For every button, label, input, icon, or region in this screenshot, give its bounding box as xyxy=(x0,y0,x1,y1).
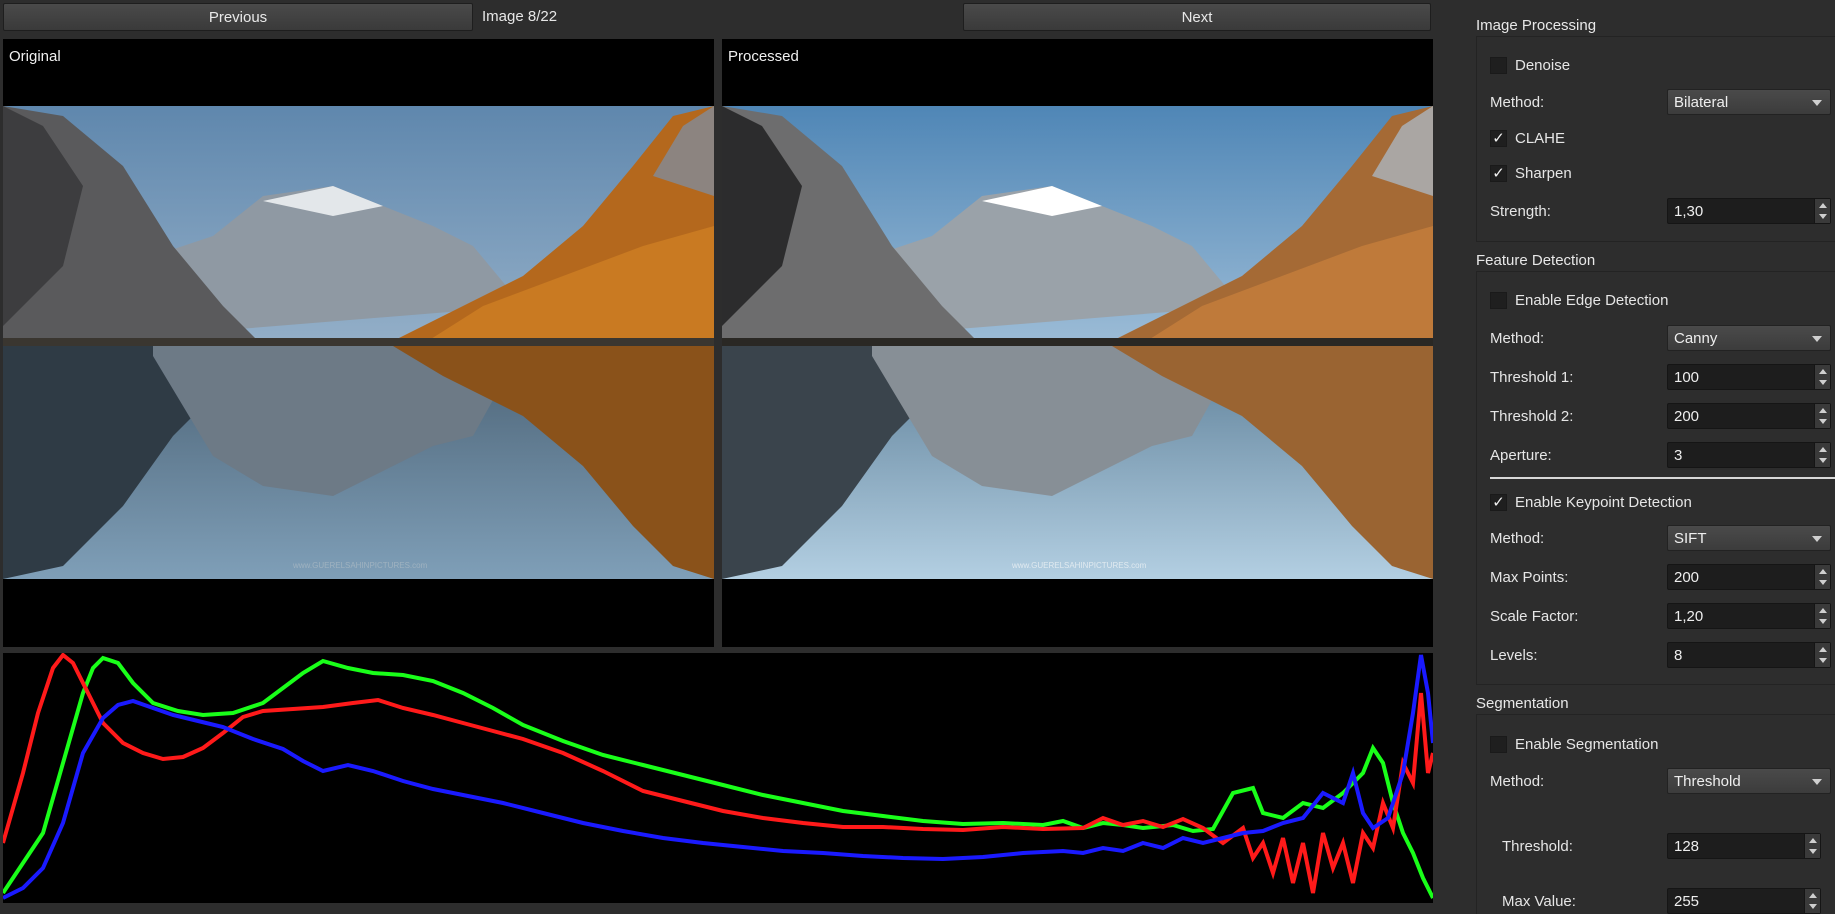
aperture-stepper[interactable] xyxy=(1814,443,1830,467)
chevron-down-icon xyxy=(1812,536,1822,542)
arrow-up-icon[interactable] xyxy=(1819,447,1827,452)
feature-detection-title: Feature Detection xyxy=(1476,252,1596,269)
keypoint-detection-label: Enable Keypoint Detection xyxy=(1515,494,1692,511)
threshold1-spinbox[interactable]: 100 xyxy=(1667,364,1831,390)
previous-button[interactable]: Previous xyxy=(3,3,473,31)
segmentation-checkbox-row[interactable]: Enable Segmentation xyxy=(1490,736,1658,753)
scale-factor-spinbox[interactable]: 1,20 xyxy=(1667,603,1831,629)
settings-panel: Image Processing Denoise Method: Bilater… xyxy=(1464,0,1835,914)
strength-stepper[interactable] xyxy=(1814,199,1830,223)
histogram-blue-curve xyxy=(3,654,1433,900)
denoise-method-label: Method: xyxy=(1490,94,1545,111)
arrow-up-icon[interactable] xyxy=(1819,203,1827,208)
max-value-stepper[interactable] xyxy=(1804,889,1820,913)
arrow-down-icon[interactable] xyxy=(1819,658,1827,663)
keypoint-detection-checkbox-row[interactable]: ✓ Enable Keypoint Detection xyxy=(1490,494,1692,511)
arrow-down-icon[interactable] xyxy=(1819,619,1827,624)
max-points-spinbox[interactable]: 200 xyxy=(1667,564,1831,590)
edge-method-dropdown[interactable]: Canny xyxy=(1667,325,1831,351)
arrow-down-icon[interactable] xyxy=(1819,580,1827,585)
threshold2-label: Threshold 2: xyxy=(1490,408,1574,425)
svg-text:www.GUERELSAHINPICTURES.com: www.GUERELSAHINPICTURES.com xyxy=(1011,561,1147,570)
chevron-down-icon xyxy=(1812,336,1822,342)
scale-factor-stepper[interactable] xyxy=(1814,604,1830,628)
edge-method-label: Method: xyxy=(1490,330,1545,347)
edge-detection-label: Enable Edge Detection xyxy=(1515,292,1669,309)
edge-detection-checkbox-row[interactable]: Enable Edge Detection xyxy=(1490,292,1668,309)
threshold1-label: Threshold 1: xyxy=(1490,369,1574,386)
image-counter: Image 8/22 xyxy=(482,8,558,25)
denoise-checkbox[interactable] xyxy=(1490,57,1507,74)
arrow-up-icon[interactable] xyxy=(1809,838,1817,843)
sharpen-checkbox[interactable]: ✓ xyxy=(1490,165,1507,182)
keypoint-method-dropdown[interactable]: SIFT xyxy=(1667,525,1831,551)
edge-detection-checkbox[interactable] xyxy=(1490,292,1507,309)
section-separator xyxy=(1490,477,1835,479)
histogram xyxy=(3,653,1433,903)
original-photo: www.GUERELSAHINPICTURES.com xyxy=(3,106,714,579)
arrow-down-icon[interactable] xyxy=(1819,458,1827,463)
keypoint-method-label: Method: xyxy=(1490,530,1545,547)
scale-factor-label: Scale Factor: xyxy=(1490,608,1579,625)
histogram-red-curve xyxy=(3,653,1433,894)
arrow-up-icon[interactable] xyxy=(1809,893,1817,898)
max-points-stepper[interactable] xyxy=(1814,565,1830,589)
denoise-method-dropdown[interactable]: Bilateral xyxy=(1667,89,1831,115)
strength-label: Strength: xyxy=(1490,203,1551,220)
arrow-up-icon[interactable] xyxy=(1819,647,1827,652)
levels-stepper[interactable] xyxy=(1814,643,1830,667)
arrow-up-icon[interactable] xyxy=(1819,608,1827,613)
segmentation-label: Enable Segmentation xyxy=(1515,736,1659,753)
arrow-down-icon[interactable] xyxy=(1809,904,1817,909)
keypoint-detection-checkbox[interactable]: ✓ xyxy=(1490,494,1507,511)
segmentation-method-dropdown[interactable]: Threshold xyxy=(1667,768,1831,794)
seg-threshold-label: Threshold: xyxy=(1502,838,1573,855)
processed-photo: www.GUERELSAHINPICTURES.com xyxy=(722,106,1433,579)
original-label: Original xyxy=(9,48,61,65)
seg-threshold-spinbox[interactable]: 128 xyxy=(1667,833,1821,859)
clahe-checkbox[interactable]: ✓ xyxy=(1490,130,1507,147)
next-button[interactable]: Next xyxy=(963,3,1431,31)
arrow-down-icon[interactable] xyxy=(1819,214,1827,219)
levels-spinbox[interactable]: 8 xyxy=(1667,642,1831,668)
aperture-label: Aperture: xyxy=(1490,447,1552,464)
arrow-up-icon[interactable] xyxy=(1819,569,1827,574)
processed-image-panel: Processed www.GUERELSAHINPICTURES.com xyxy=(722,39,1433,647)
chevron-down-icon xyxy=(1812,100,1822,106)
histogram-green-curve xyxy=(3,655,1433,899)
arrow-up-icon[interactable] xyxy=(1819,369,1827,374)
processed-label: Processed xyxy=(728,48,799,65)
max-value-label: Max Value: xyxy=(1502,893,1576,910)
clahe-checkbox-row[interactable]: ✓ CLAHE xyxy=(1490,130,1565,147)
arrow-up-icon[interactable] xyxy=(1819,408,1827,413)
arrow-down-icon[interactable] xyxy=(1819,380,1827,385)
clahe-label: CLAHE xyxy=(1515,130,1566,147)
image-processing-title: Image Processing xyxy=(1476,17,1597,34)
segmentation-method-label: Method: xyxy=(1490,773,1545,790)
levels-label: Levels: xyxy=(1490,647,1538,664)
sharpen-checkbox-row[interactable]: ✓ Sharpen xyxy=(1490,165,1572,182)
seg-threshold-stepper[interactable] xyxy=(1804,834,1820,858)
strength-spinbox[interactable]: 1,30 xyxy=(1667,198,1831,224)
max-points-label: Max Points: xyxy=(1490,569,1569,586)
svg-text:www.GUERELSAHINPICTURES.com: www.GUERELSAHINPICTURES.com xyxy=(292,561,428,570)
arrow-down-icon[interactable] xyxy=(1819,419,1827,424)
original-image-panel: Original www.GUERELSAHINPICTURES.com xyxy=(3,39,714,647)
chevron-down-icon xyxy=(1812,779,1822,785)
arrow-down-icon[interactable] xyxy=(1809,849,1817,854)
denoise-checkbox-row[interactable]: Denoise xyxy=(1490,57,1570,74)
aperture-spinbox[interactable]: 3 xyxy=(1667,442,1831,468)
denoise-label: Denoise xyxy=(1515,57,1571,74)
threshold2-stepper[interactable] xyxy=(1814,404,1830,428)
max-value-spinbox[interactable]: 255 xyxy=(1667,888,1821,914)
threshold2-spinbox[interactable]: 200 xyxy=(1667,403,1831,429)
threshold1-stepper[interactable] xyxy=(1814,365,1830,389)
segmentation-title: Segmentation xyxy=(1476,695,1569,712)
segmentation-checkbox[interactable] xyxy=(1490,736,1507,753)
sharpen-label: Sharpen xyxy=(1515,165,1572,182)
